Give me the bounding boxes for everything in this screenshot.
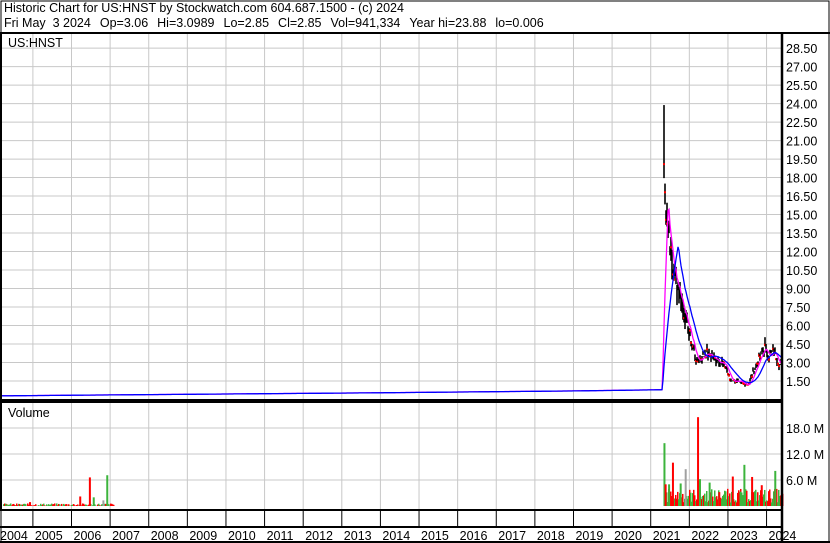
volume-tick-label: 18.0 M [786,422,824,436]
x-tick-label: 2009 [189,529,217,543]
x-tick-label: 2014 [382,529,410,543]
x-tick-label: 2005 [35,529,63,543]
volume-bar [79,496,82,506]
price-close-mark [777,362,779,365]
x-tick-label: 2011 [267,529,294,543]
price-close-mark [663,163,665,166]
ma-long-line [2,246,783,397]
volume-tick-label: 12.0 M [786,448,824,462]
volume-bar [102,500,105,506]
volume-bar [671,462,674,506]
volume-bar [751,476,754,506]
volume-bar [29,502,32,506]
x-tick-label: 2017 [498,529,526,543]
x-tick-label: 2004 [0,529,28,543]
ma-short-line [2,207,783,397]
x-tick-label: 2007 [112,529,140,543]
volume-bar [718,492,721,506]
price-close-mark [759,356,761,359]
volume-bar [698,479,701,506]
volume-bar [59,504,61,506]
price-close-mark [690,341,692,344]
x-tick-label: 2023 [730,529,758,543]
x-tick-label: 2012 [305,529,333,543]
volume-bar [731,476,734,506]
price-tick-label: 6.00 [786,320,810,334]
outer-frame [0,0,830,543]
price-close-mark [778,365,780,368]
volume-bar [697,417,700,506]
x-tick-label: 2020 [614,529,642,543]
price-tick-label: 28.50 [786,42,817,56]
price-tick-label: 13.50 [786,227,817,241]
volume-bar [708,482,711,506]
volume-bar [743,464,746,506]
x-tick-label: 2022 [691,529,719,543]
symbol-label: US:HNST [8,36,63,50]
price-tick-label: 10.50 [786,264,817,278]
price-tick-label: 7.50 [786,301,810,315]
volume-bar [92,497,95,506]
volume-bar [778,496,781,506]
price-tick-label: 15.00 [786,209,817,223]
price-panel-frame [0,32,783,401]
stock-chart: Historic Chart for US:HNST by Stockwatch… [0,0,830,543]
price-tick-label: 25.50 [786,79,817,93]
volume-bar [668,484,671,506]
volume-tick-label: 6.0 M [786,474,817,488]
volume-bar [664,484,667,506]
price-tick-label: 18.00 [786,172,817,186]
price-close-mark [728,374,730,377]
price-tick-label: 3.00 [786,357,810,371]
price-tick-label: 4.50 [786,338,810,352]
price-tick-label: 12.00 [786,246,817,260]
volume-bar [774,470,777,506]
volume-bar [679,483,682,506]
price-close-mark [706,348,708,351]
price-tick-label: 22.50 [786,116,817,130]
volume-bar [760,485,763,506]
volume-bar [5,504,8,506]
x-tick-label: 2006 [74,529,102,543]
x-tick-label: 2013 [344,529,372,543]
price-close-mark [664,191,666,194]
volume-bar [61,503,63,506]
volume-bar [54,503,56,506]
price-tick-label: 24.00 [786,98,817,112]
x-tick-label: 2019 [575,529,603,543]
volume-bar [739,491,742,506]
price-close-mark [670,246,672,249]
volume-bar [106,475,109,506]
price-tick-label: 21.00 [786,135,817,149]
volume-bar [684,469,687,506]
x-tick-label: 2008 [151,529,179,543]
x-tick-label: 2021 [653,529,681,543]
price-tick-label: 19.50 [786,153,817,167]
price-tick-label: 27.00 [786,61,817,75]
volume-bar [113,504,115,506]
price-close-mark [768,358,770,361]
volume-bar [88,477,91,506]
volume-bar [35,504,37,506]
price-tick-label: 1.50 [786,375,810,389]
volume-panel-label: Volume [8,406,50,420]
price-tick-label: 9.00 [786,283,810,297]
chart-canvas: 1.50 3.00 4.50 6.00 7.50 9.00 10.50 12.00 13.50 1… [0,0,830,543]
volume-bar [25,504,27,506]
x-tick-label: 2015 [421,529,449,543]
x-tick-label: 2018 [537,529,565,543]
price-close-mark [751,375,753,378]
x-tick-label: 2024 [769,529,797,543]
x-tick-label: 2016 [460,529,488,543]
x-tick-label: 2010 [228,529,256,543]
volume-bar [52,504,55,506]
price-tick-label: 16.50 [786,190,817,204]
